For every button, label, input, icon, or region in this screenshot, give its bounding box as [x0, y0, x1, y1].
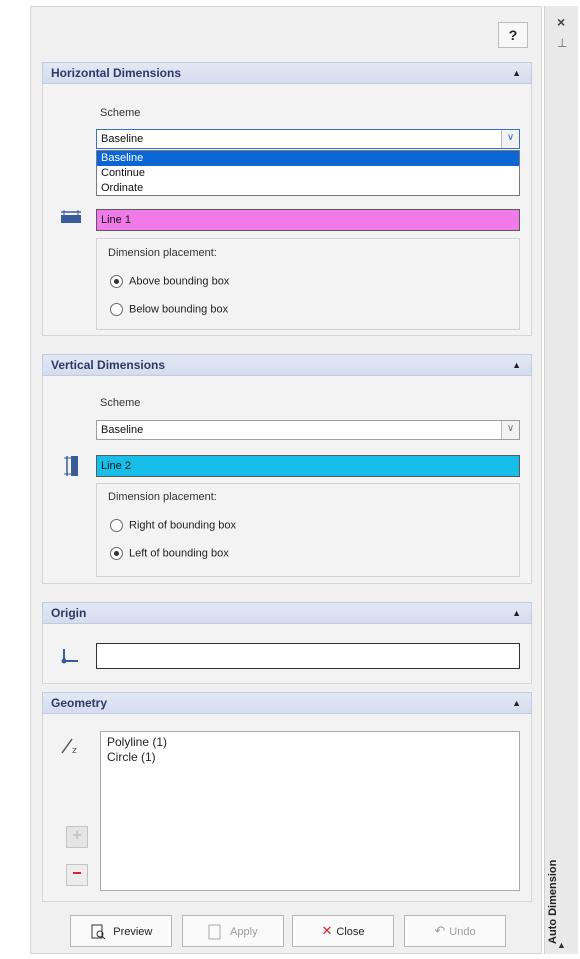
vertical-dimensions-header[interactable]: Vertical Dimensions ▲ [42, 354, 532, 376]
side-tab-bar: × ⊥ Auto Dimension ▲ [544, 6, 578, 954]
horizontal-dimensions-title: Horizontal Dimensions [51, 66, 182, 80]
vertical-scheme-value: Baseline [101, 424, 144, 436]
horizontal-scheme-dropdown[interactable]: Baseline ∨ [96, 129, 520, 149]
undo-icon: ↶ [434, 923, 446, 938]
radio-below-bounding-box[interactable]: Below bounding box [110, 303, 228, 316]
horizontal-dimension-icon [60, 210, 82, 227]
radio-above-label: Above bounding box [129, 275, 230, 288]
radio-checked-icon [110, 275, 123, 288]
svg-text:z: z [72, 746, 77, 755]
radio-unchecked-icon [110, 519, 123, 532]
vertical-dimensions-title: Vertical Dimensions [51, 358, 166, 372]
option-ordinate[interactable]: Ordinate [97, 181, 519, 196]
preview-label: Preview [113, 926, 153, 938]
list-item[interactable]: Circle (1) [107, 750, 513, 765]
horizontal-scheme-label: Scheme [100, 107, 141, 119]
add-geometry-button[interactable] [66, 826, 88, 848]
origin-axis-icon [60, 647, 80, 668]
property-manager-window: ? Horizontal Dimensions ▲ Scheme Baselin… [0, 0, 580, 959]
radio-left-of-bounding-box[interactable]: Left of bounding box [110, 547, 229, 560]
geometry-list[interactable]: Polyline (1) Circle (1) [100, 731, 520, 891]
origin-title: Origin [51, 606, 87, 620]
radio-right-label: Right of bounding box [129, 519, 237, 532]
collapse-icon[interactable]: ▲ [512, 693, 521, 713]
horizontal-line-selection[interactable]: Line 1 [96, 209, 520, 231]
option-continue[interactable]: Continue [97, 166, 519, 181]
vertical-dimension-icon [64, 455, 80, 480]
origin-selection-field[interactable] [96, 643, 520, 669]
radio-unchecked-icon [110, 303, 123, 316]
vertical-scheme-label: Scheme [100, 397, 141, 409]
horizontal-dimensions-header[interactable]: Horizontal Dimensions ▲ [42, 62, 532, 84]
close-panel-icon[interactable]: × [557, 14, 565, 30]
geometry-select-icon: z [60, 737, 80, 758]
option-baseline[interactable]: Baseline [97, 151, 519, 166]
apply-button[interactable]: Apply [182, 915, 284, 947]
collapse-icon[interactable]: ▲ [512, 63, 521, 83]
close-button[interactable]: ✕ Close [292, 915, 394, 947]
preview-icon [90, 923, 110, 939]
collapse-icon[interactable]: ▲ [512, 603, 521, 623]
close-label: Close [336, 926, 365, 938]
radio-left-label: Left of bounding box [129, 547, 229, 560]
origin-header[interactable]: Origin ▲ [42, 602, 532, 624]
undo-label: Undo [449, 926, 476, 938]
remove-geometry-button[interactable] [66, 864, 88, 886]
chevron-down-icon[interactable]: ∨ [501, 130, 519, 148]
chevron-down-icon[interactable]: ∨ [501, 421, 519, 439]
horizontal-placement-label: Dimension placement: [108, 247, 217, 259]
geometry-title: Geometry [51, 696, 108, 710]
close-icon: ✕ [321, 923, 333, 938]
pin-icon[interactable]: ⊥ [557, 36, 567, 50]
help-button[interactable]: ? [498, 22, 528, 48]
vertical-placement-label: Dimension placement: [108, 491, 217, 503]
horizontal-scheme-options: Baseline Continue Ordinate [96, 150, 520, 196]
preview-button[interactable]: Preview [70, 915, 172, 947]
radio-checked-icon [110, 547, 123, 560]
radio-right-of-bounding-box[interactable]: Right of bounding box [110, 519, 236, 532]
apply-icon [208, 923, 226, 940]
geometry-header[interactable]: Geometry ▲ [42, 692, 532, 714]
vertical-scheme-dropdown[interactable]: Baseline ∨ [96, 420, 520, 440]
horizontal-scheme-value: Baseline [101, 133, 144, 145]
collapse-icon[interactable]: ▲ [512, 355, 521, 375]
apply-label: Apply [230, 926, 258, 938]
list-item[interactable]: Polyline (1) [107, 735, 513, 750]
radio-below-label: Below bounding box [129, 303, 229, 316]
side-tab-title[interactable]: Auto Dimension [547, 844, 577, 944]
radio-above-bounding-box[interactable]: Above bounding box [110, 275, 229, 288]
undo-button[interactable]: ↶ Undo [404, 915, 506, 947]
expand-arrow-icon[interactable]: ▲ [557, 940, 566, 950]
vertical-line-selection[interactable]: Line 2 [96, 455, 520, 477]
